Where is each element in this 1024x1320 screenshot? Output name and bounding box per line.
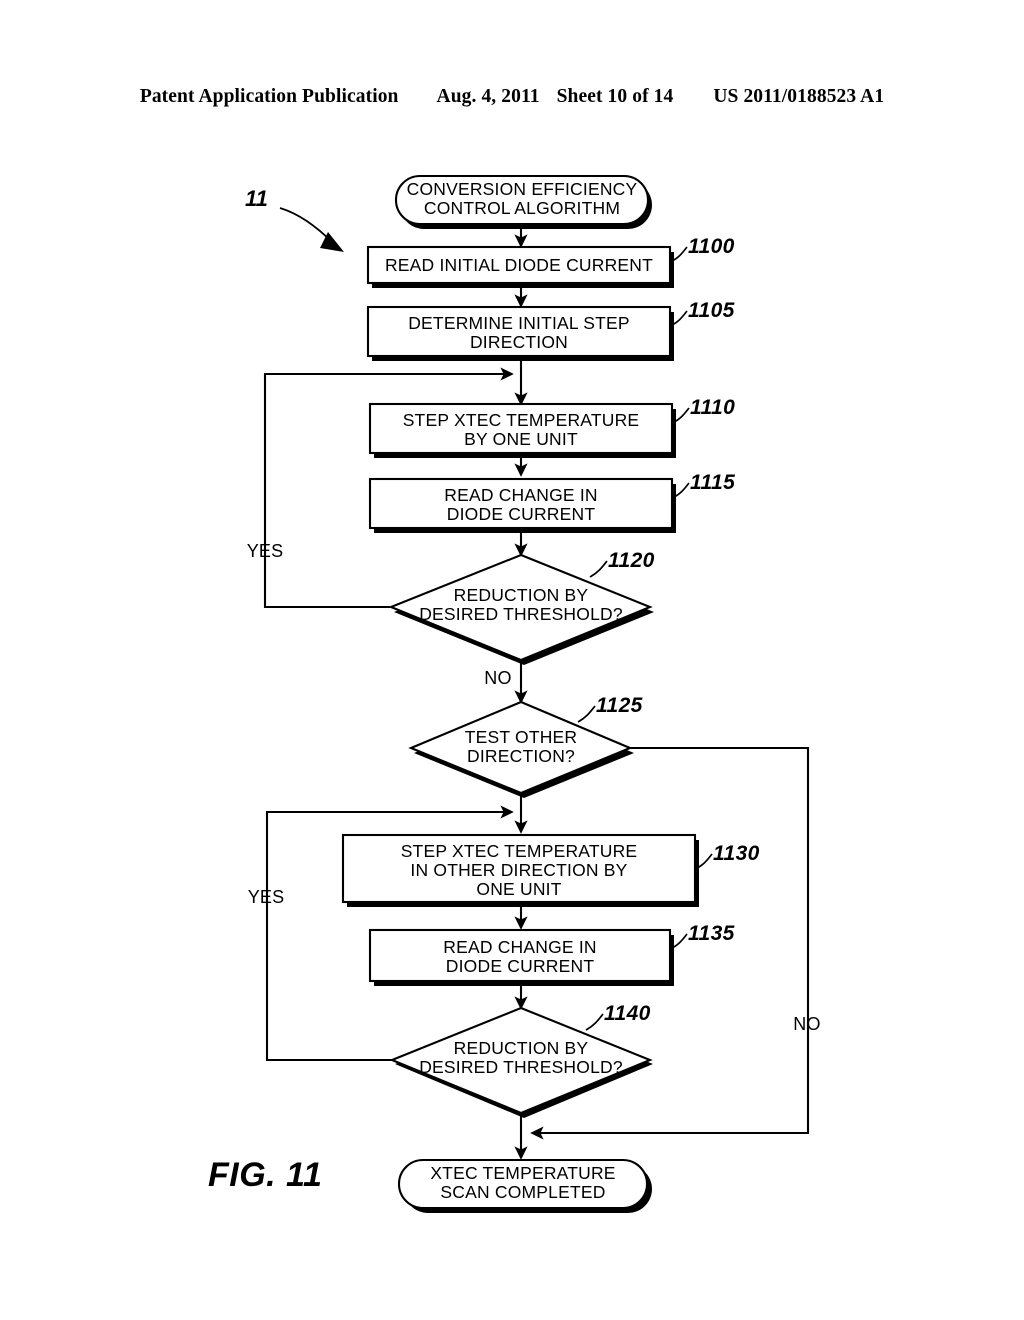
node-1140: REDUCTION BY DESIRED THRESHOLD? 1140	[389, 1002, 653, 1118]
node-1120-line-1: DESIRED THRESHOLD?	[419, 604, 623, 624]
node-1135-line-0: READ CHANGE IN	[443, 937, 597, 957]
node-1140-line-0: REDUCTION BY	[454, 1038, 589, 1058]
node-1125-line-1: DIRECTION?	[467, 746, 575, 766]
branch-label-yes-lower: YES	[248, 887, 285, 907]
diagram-reference-11-leader	[279, 207, 334, 244]
branch-label-no-upper: NO	[484, 668, 511, 688]
node-start-terminator: CONVERSION EFFICIENCY CONTROL ALGORITHM	[394, 174, 652, 229]
node-1130: STEP XTEC TEMPERATURE IN OTHER DIRECTION…	[341, 833, 760, 907]
flowchart-diagram: 11 YES NO YES NO CONVERSION EFFICIENCY C…	[245, 174, 821, 1213]
node-1135-line-1: DIODE CURRENT	[446, 956, 595, 976]
node-1130-line-1: IN OTHER DIRECTION BY	[410, 860, 627, 880]
node-1140-ref-leader	[585, 1013, 604, 1031]
node-1125-ref: 1125	[596, 694, 643, 717]
node-end-terminator: XTEC TEMPERATURE SCAN COMPLETED	[397, 1158, 652, 1213]
branch-label-yes-upper: YES	[247, 541, 284, 561]
node-end-line-1: SCAN COMPLETED	[440, 1182, 605, 1202]
node-1110: STEP XTEC TEMPERATURE BY ONE UNIT 1110	[368, 396, 735, 458]
node-1105-line-1: DIRECTION	[470, 332, 568, 352]
node-1100: READ INITIAL DIODE CURRENT 1100	[366, 235, 735, 288]
figure-label: FIG. 11	[208, 1156, 323, 1194]
node-1125-line-0: TEST OTHER	[465, 727, 578, 747]
node-1120: REDUCTION BY DESIRED THRESHOLD? 1120	[388, 549, 655, 665]
node-1105-line-0: DETERMINE INITIAL STEP	[408, 313, 630, 333]
node-1105: DETERMINE INITIAL STEP DIRECTION 1105	[366, 299, 735, 361]
node-1110-line-0: STEP XTEC TEMPERATURE	[403, 410, 640, 430]
node-1120-line-0: REDUCTION BY	[454, 585, 589, 605]
patent-drawing-page: Patent Application Publication Aug. 4, 2…	[0, 0, 1024, 1320]
node-1140-ref: 1140	[604, 1002, 651, 1025]
node-1115: READ CHANGE IN DIODE CURRENT 1115	[368, 471, 735, 533]
diagram-reference-11: 11	[245, 186, 344, 252]
node-1120-ref: 1120	[608, 549, 655, 572]
node-1110-ref: 1110	[690, 396, 735, 419]
node-1115-ref: 1115	[690, 471, 735, 494]
node-1135-ref: 1135	[688, 922, 735, 945]
node-1100-ref: 1100	[688, 235, 735, 258]
node-1120-ref-leader	[589, 560, 608, 578]
node-start-line-0: CONVERSION EFFICIENCY	[407, 179, 638, 199]
node-end-line-0: XTEC TEMPERATURE	[430, 1163, 615, 1183]
node-1115-line-1: DIODE CURRENT	[447, 504, 596, 524]
node-1125-ref-leader	[577, 705, 596, 723]
node-1140-line-1: DESIRED THRESHOLD?	[419, 1057, 623, 1077]
node-1125: TEST OTHER DIRECTION? 1125	[408, 694, 643, 798]
node-1105-ref: 1105	[688, 299, 735, 322]
node-1130-line-0: STEP XTEC TEMPERATURE	[401, 841, 638, 861]
node-1110-line-1: BY ONE UNIT	[464, 429, 578, 449]
node-start-line-1: CONTROL ALGORITHM	[424, 198, 620, 218]
node-1135: READ CHANGE IN DIODE CURRENT 1135	[368, 922, 735, 986]
node-1115-line-0: READ CHANGE IN	[444, 485, 598, 505]
diagram-reference-11-text: 11	[245, 186, 268, 211]
node-1130-line-2: ONE UNIT	[476, 879, 561, 899]
node-1130-ref: 1130	[713, 842, 760, 865]
node-1100-line-0: READ INITIAL DIODE CURRENT	[385, 255, 653, 275]
branch-label-no-lower: NO	[793, 1014, 820, 1034]
